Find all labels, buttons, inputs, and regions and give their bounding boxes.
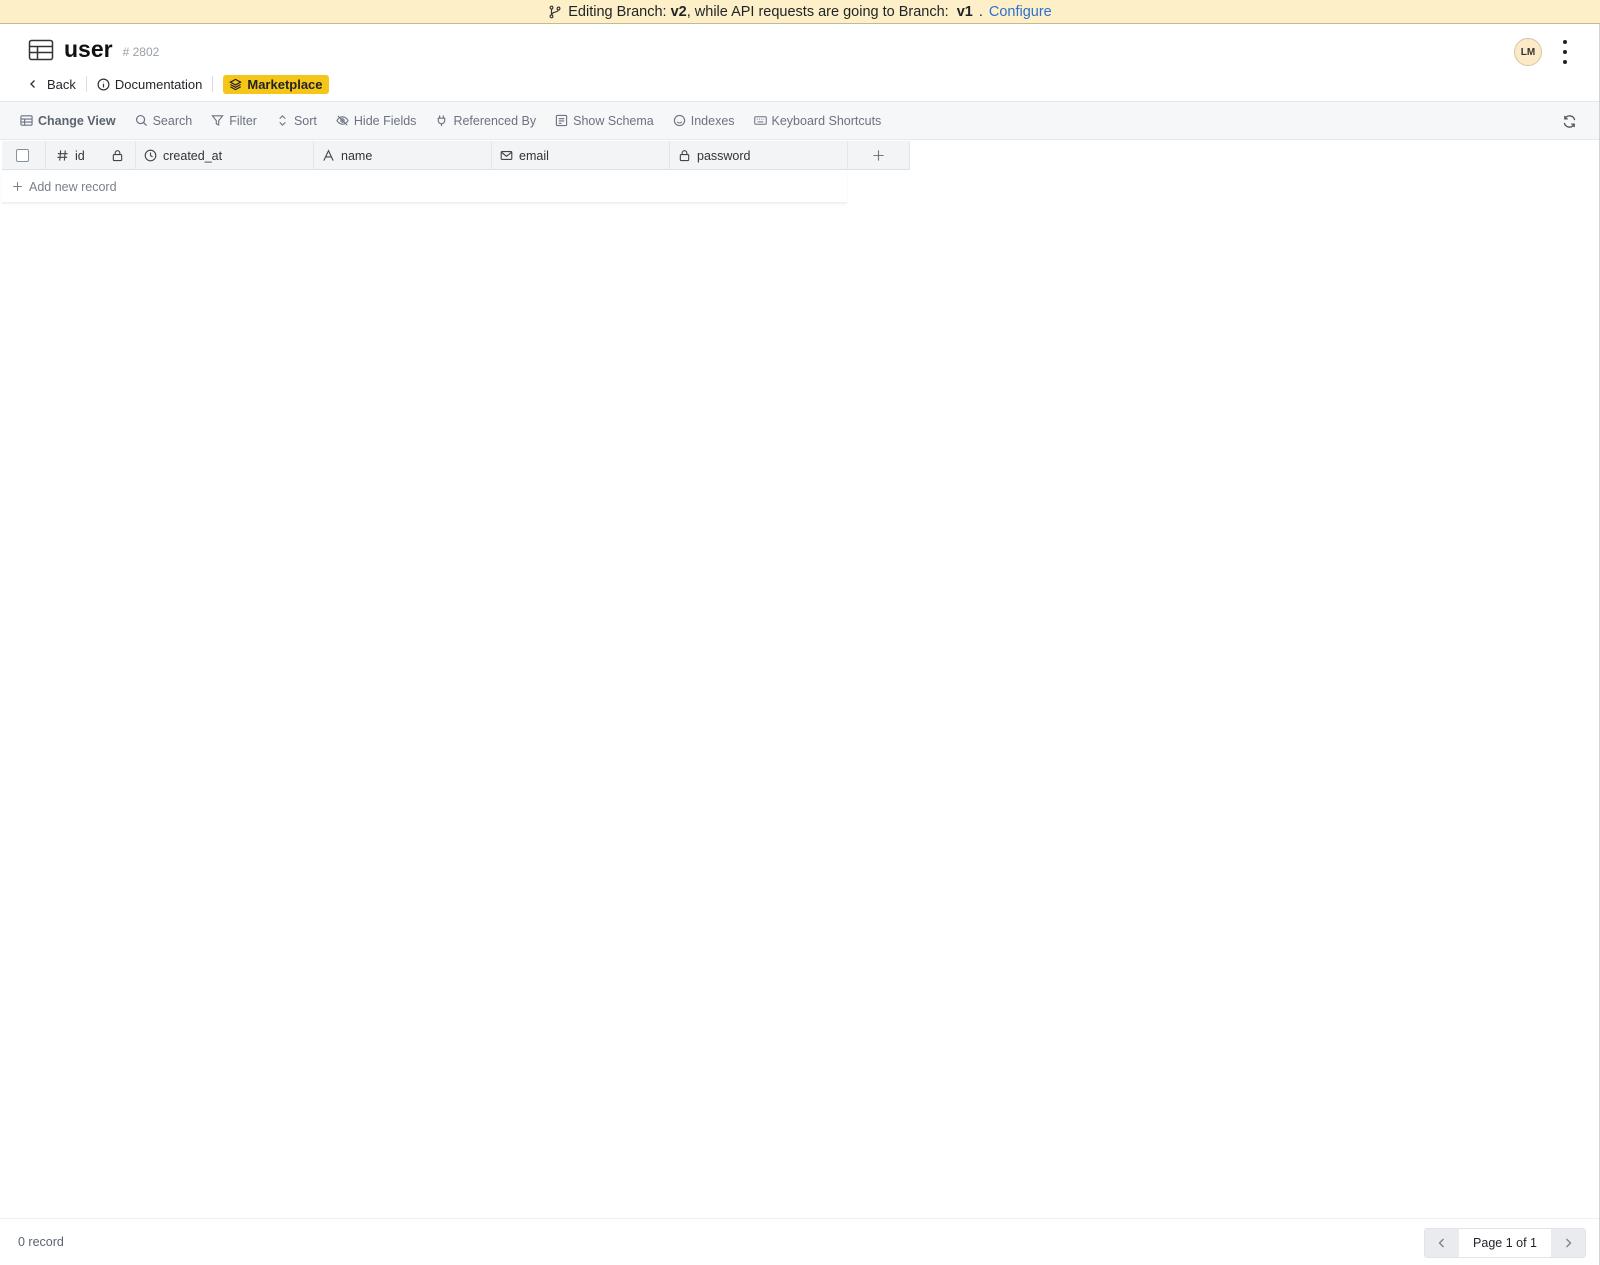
change-view-button[interactable]: Change View [20,114,116,128]
banner-dot: . [978,3,983,20]
header-actions: LM [1514,38,1570,66]
configure-link[interactable]: Configure [989,4,1052,20]
mail-icon [500,151,513,160]
header-nav: Back Documentation Marketplace [28,74,329,94]
table-view-icon [20,115,33,126]
info-icon [97,78,110,90]
add-column-button[interactable] [848,141,910,170]
search-icon [135,114,147,127]
banner-middle: , while API requests are going to Branch… [686,3,949,20]
app-window: Editing Branch: v2 , while API requests … [0,0,1600,1265]
editing-branch-name: v2 [670,3,687,20]
api-branch-name: v1 [956,3,973,20]
avatar[interactable]: LM [1514,38,1542,66]
table-id: # 2802 [122,44,160,59]
hide-fields-button[interactable]: Hide Fields [336,113,417,128]
toolbar: Change View Search Filter Sort Hide Fiel… [0,101,1599,140]
documentation-link[interactable]: Documentation [97,77,202,92]
indexes-label: Indexes [690,113,735,128]
chevron-right-icon [1566,1238,1572,1248]
search-button[interactable]: Search [135,113,193,128]
column-header-name[interactable]: name [314,141,492,170]
column-label: created_at [163,148,223,163]
back-label: Back [47,76,76,92]
grid-header: id created_at name email password [2,141,910,170]
column-header-email[interactable]: email [492,141,670,170]
clock-icon [144,149,157,162]
change-view-label: Change View [38,113,116,128]
sort-button[interactable]: Sort [276,114,317,128]
plus-icon [873,150,884,161]
sort-label: Sort [293,113,317,128]
show-schema-label: Show Schema [573,113,654,128]
marketplace-label: Marketplace [247,76,323,92]
branch-banner: Editing Branch: v2 , while API requests … [0,0,1600,24]
documentation-label: Documentation [114,76,203,92]
page-indicator: Page 1 of 1 [1459,1229,1551,1257]
indexes-button[interactable]: Indexes [673,114,735,128]
filter-icon [211,115,224,126]
sort-icon [279,115,286,126]
keyboard-shortcuts-button[interactable]: Keyboard Shortcuts [753,113,882,128]
page-header: user # 2802 [28,36,159,63]
column-header-id[interactable]: id [46,141,136,170]
prev-page-button[interactable] [1425,1229,1460,1257]
page-title: user [64,36,113,62]
refresh-icon[interactable] [1562,114,1577,129]
filter-button[interactable]: Filter [211,114,257,128]
hide-fields-label: Hide Fields [353,113,417,128]
column-header-created-at[interactable]: created_at [136,141,314,170]
lock-icon [112,150,122,162]
plug-icon [438,115,446,127]
column-label: name [341,148,373,163]
column-header-password[interactable]: password [670,141,848,170]
nav-divider [212,76,214,92]
show-schema-button[interactable]: Show Schema [555,114,654,128]
column-label: email [519,148,549,163]
back-button[interactable]: Back [28,77,76,92]
add-record-label: Add new record [29,179,117,194]
nav-divider [85,76,87,92]
search-label: Search [152,113,193,128]
git-branch-icon [549,5,561,18]
footer: 0 record Page 1 of 1 [0,1218,1599,1265]
filter-label: Filter [229,113,257,128]
referenced-by-label: Referenced By [453,113,537,128]
chevron-left-icon [30,80,35,88]
chevron-left-icon [1438,1238,1445,1248]
column-label: id [75,148,85,163]
hash-icon [57,150,68,161]
plus-icon [13,182,22,191]
banner-prefix: Editing Branch: [568,3,667,20]
schema-icon [555,114,568,127]
select-all-checkbox[interactable] [16,149,29,162]
marketplace-button[interactable]: Marketplace [223,74,329,94]
table-icon [28,39,54,60]
keyboard-shortcuts-label: Keyboard Shortcuts [771,113,882,128]
text-icon [323,149,334,161]
select-all-cell [2,141,46,170]
more-menu-icon[interactable] [1560,40,1570,64]
layers-icon [229,78,243,90]
pagination: Page 1 of 1 [1424,1228,1586,1258]
column-label: password [697,148,751,163]
keyboard-icon [753,116,767,125]
next-page-button[interactable] [1551,1229,1585,1257]
eye-off-icon [336,115,349,126]
record-count: 0 record [18,1235,64,1249]
indexes-icon [673,114,685,127]
referenced-by-button[interactable]: Referenced By [435,114,536,128]
add-record-row[interactable]: Add new record [2,171,847,203]
lock-icon [679,150,690,162]
